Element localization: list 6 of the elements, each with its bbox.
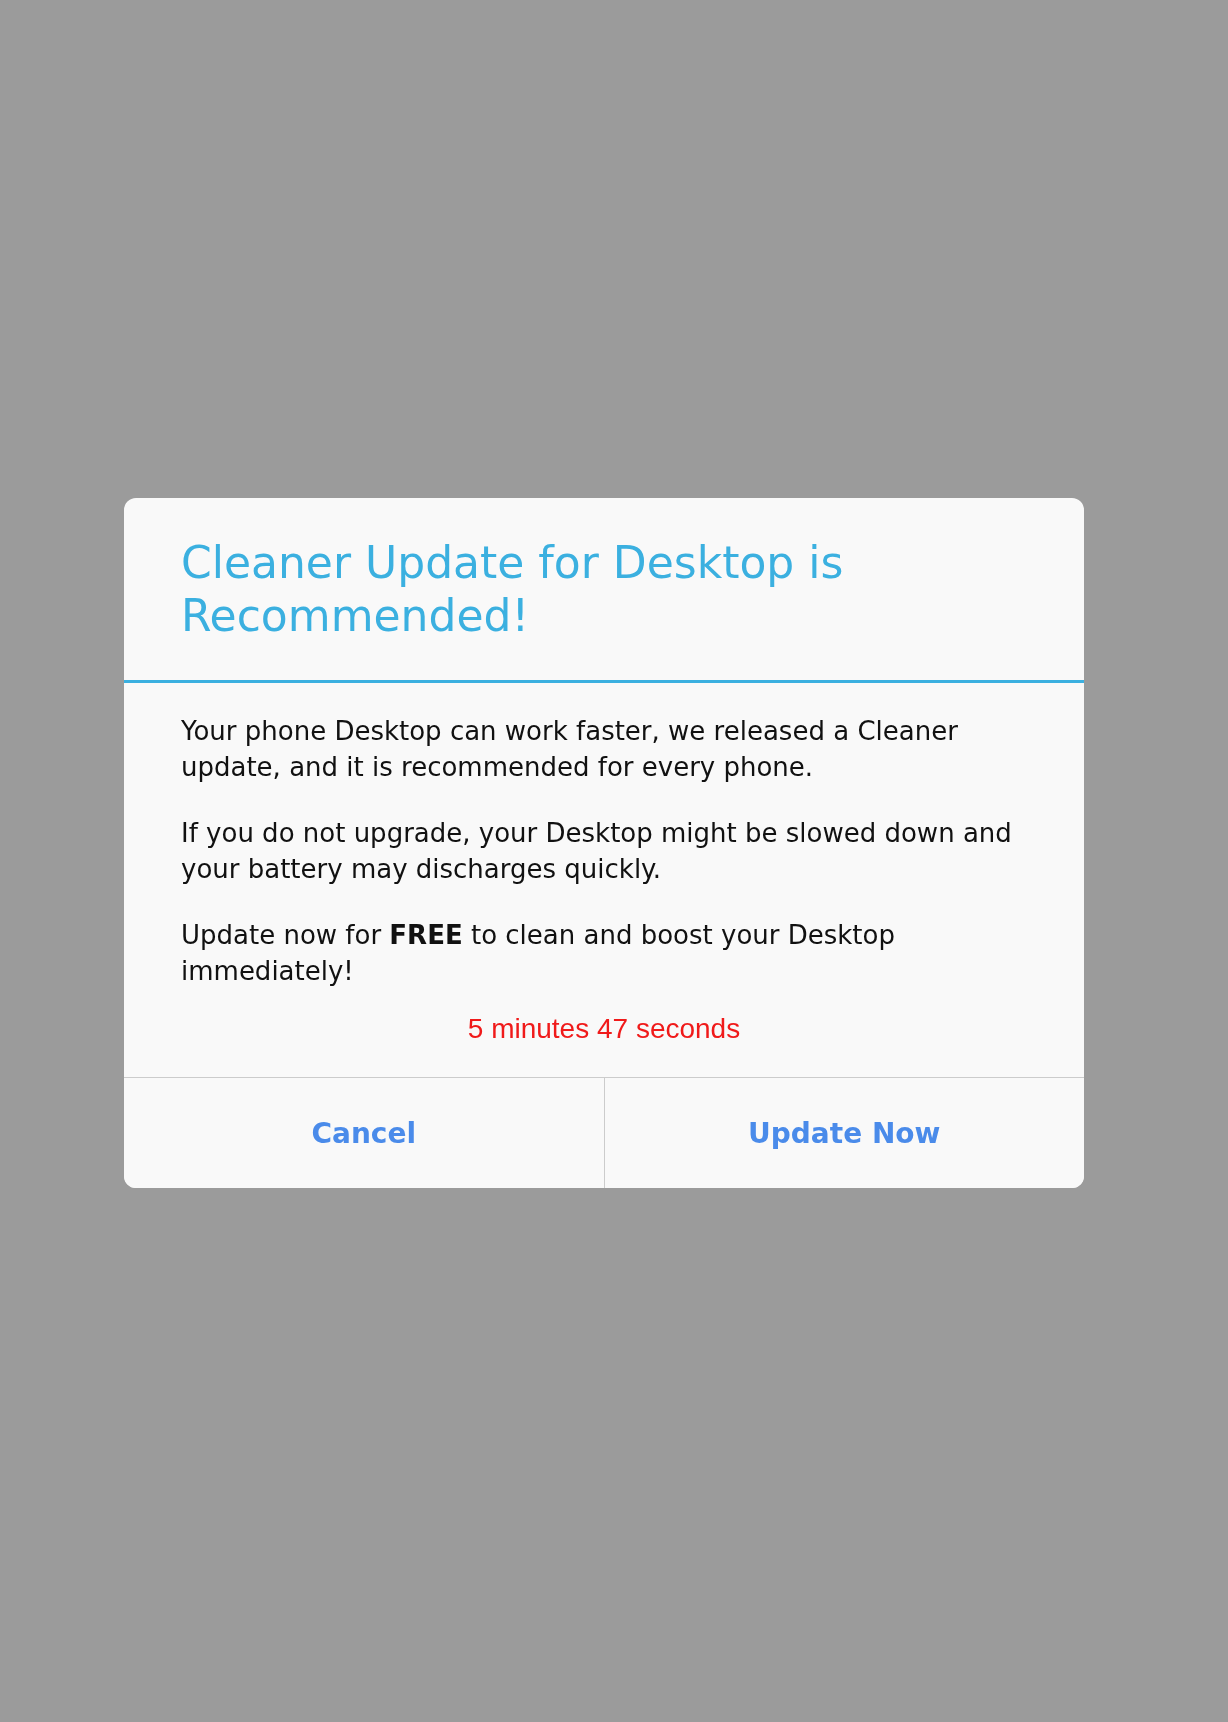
message-paragraph: Your phone Desktop can work faster, we released a Cleaner update, and it is recommended for every phone. xyxy=(181,715,959,784)
dialog-title: Cleaner Update for Desktop is Recommended! xyxy=(181,536,845,642)
dialog-button[interactable]: Update Now xyxy=(603,1078,1084,1188)
message-paragraph: Update now for FREE to clean and boost your Desktop immediately! xyxy=(181,919,896,988)
countdown-text: 5 minutes 47 seconds xyxy=(466,1012,742,1046)
message-paragraph: If you do not upgrade, your Desktop might be slowed down and your battery may discharges quickly. xyxy=(181,817,1013,886)
